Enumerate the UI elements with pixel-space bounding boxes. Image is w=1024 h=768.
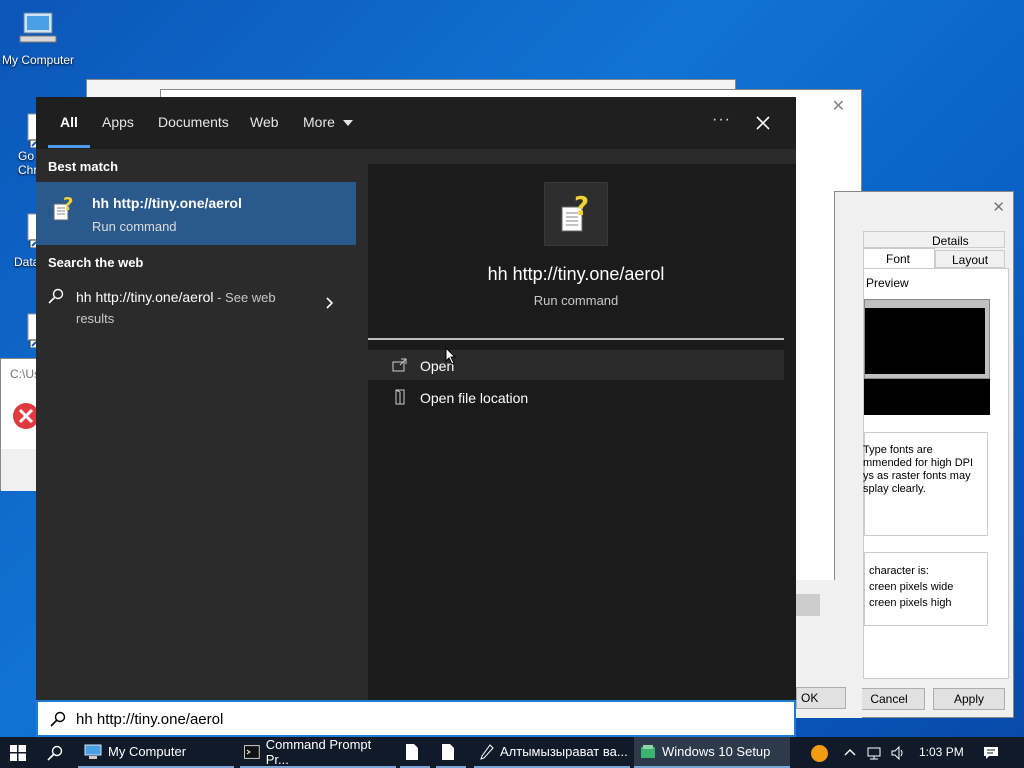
best-match-subtitle: Run command (92, 219, 177, 234)
apply-button[interactable]: Apply (933, 688, 1005, 710)
taskbar-item-command-prompt[interactable]: Command Prompt Pr... (240, 737, 396, 768)
best-match-title: hh http://tiny.one/aerol (92, 195, 242, 211)
tab-details[interactable]: Details (863, 231, 1005, 248)
windows-start-icon[interactable] (10, 745, 26, 761)
taskbar-item-windows-setup[interactable]: Windows 10 Setup (634, 737, 790, 768)
taskbar-item-label: My Computer (108, 744, 187, 759)
chevron-down-icon (342, 120, 353, 127)
tray-app-icon[interactable] (811, 745, 828, 762)
taskbar-item-label: Алтымызырават ва... (500, 744, 628, 759)
clock[interactable]: 1:03 PM (919, 745, 964, 759)
preview-window (864, 299, 990, 379)
cancel-button[interactable]: Cancel (853, 688, 925, 710)
web-result-text: hh http://tiny.one/aerol - See web resul… (76, 287, 306, 329)
search-input[interactable]: hh http://tiny.one/aerol (36, 700, 796, 737)
tab-layout[interactable]: Layout (935, 250, 1005, 268)
taskbar-item-app[interactable]: Алтымызырават ва... (474, 737, 630, 768)
taskbar-item-document-2[interactable] (436, 737, 466, 768)
preview-pane: ? hh http://tiny.one/aerol Run command O… (368, 164, 796, 700)
open-file-location-action[interactable]: Open file location (368, 382, 784, 412)
setup-icon (641, 744, 655, 758)
error-dialog: C:\Us (0, 358, 41, 491)
taskbar-item-label: Command Prompt Pr... (265, 736, 372, 767)
close-icon[interactable]: ✕ (832, 96, 845, 116)
document-icon (406, 743, 418, 760)
ok-button-visible[interactable]: OK (796, 687, 846, 709)
preview-label: Preview (866, 276, 909, 290)
more-options-button[interactable]: ··· (712, 111, 731, 129)
svg-text:?: ? (63, 194, 73, 215)
tab-apps[interactable]: Apps (102, 114, 134, 130)
web-search-result[interactable]: hh http://tiny.one/aerol - See web resul… (36, 277, 356, 333)
active-tab-indicator (48, 145, 90, 148)
chevron-right-icon[interactable] (326, 297, 334, 309)
taskbar-item-my-computer[interactable]: My Computer (78, 737, 234, 768)
tab-page: Preview Type fonts are mmended for high … (863, 268, 1009, 679)
computer-icon (19, 12, 57, 43)
results-list: Best match ? hh http://tiny.one/aerol Ru… (36, 149, 356, 700)
best-match-heading: Best match (48, 159, 119, 174)
taskbar-item-document-1[interactable] (400, 737, 430, 768)
disabled-gray-button (796, 594, 820, 616)
document-icon (442, 743, 454, 760)
close-icon[interactable]: ✕ (992, 198, 1005, 216)
open-action[interactable]: Open (368, 350, 784, 380)
tab-font[interactable]: Font (863, 248, 935, 268)
volume-icon[interactable] (890, 745, 906, 761)
open-icon (392, 358, 407, 372)
taskbar: My Computer Command Prompt Pr... Алтымыз… (0, 737, 1024, 768)
tab-all[interactable]: All (60, 114, 78, 130)
search-icon[interactable] (47, 745, 63, 761)
taskbar-item-label: Windows 10 Setup (662, 744, 771, 759)
search-panel: All Apps Documents Web More ··· Best mat… (36, 97, 796, 700)
chevron-up-icon[interactable] (844, 748, 856, 756)
run-command-icon: ? (53, 194, 73, 221)
tab-web[interactable]: Web (250, 114, 279, 130)
error-dialog-footer (1, 449, 41, 491)
search-icon (48, 288, 64, 304)
command-prompt-icon (244, 744, 260, 759)
preview-subtitle: Run command (533, 293, 619, 308)
svg-text:?: ? (574, 192, 589, 222)
font-note-box: Type fonts are mmended for high DPI ys a… (863, 432, 988, 536)
preview-title: hh http://tiny.one/aerol (487, 264, 665, 284)
web-result-query: hh http://tiny.one/aerol (76, 289, 214, 305)
pen-icon (480, 743, 494, 760)
notification-icon[interactable] (983, 745, 999, 761)
preview-screen (864, 379, 990, 415)
search-icon (50, 711, 66, 727)
preview-app-icon: ? (544, 182, 608, 246)
search-web-heading: Search the web (48, 255, 144, 270)
best-match-result[interactable]: ? hh http://tiny.one/aerol Run command (36, 182, 356, 245)
tab-documents[interactable]: Documents (158, 114, 229, 130)
computer-icon (84, 744, 102, 759)
mouse-cursor-icon (445, 347, 457, 365)
file-location-icon (395, 389, 405, 405)
run-command-icon: ? (561, 192, 589, 232)
char-size-text: character is: creen pixels wide creen pi… (869, 565, 954, 609)
tab-more[interactable]: More (303, 114, 353, 130)
char-size-box: character is: creen pixels wide creen pi… (864, 552, 988, 626)
desktop-icon-my-computer[interactable]: My Computer (0, 10, 76, 67)
search-tab-bar: All Apps Documents Web More ··· (36, 97, 796, 149)
preview-divider (368, 338, 784, 340)
desktop-icon-label: My Computer (1, 53, 75, 67)
font-note-text: Type fonts are mmended for high DPI ys a… (863, 444, 974, 495)
network-icon[interactable] (866, 745, 882, 761)
open-file-location-label: Open file location (420, 390, 529, 406)
search-input-value: hh http://tiny.one/aerol (76, 711, 224, 728)
close-icon[interactable] (756, 116, 770, 130)
tab-more-label: More (303, 114, 335, 130)
